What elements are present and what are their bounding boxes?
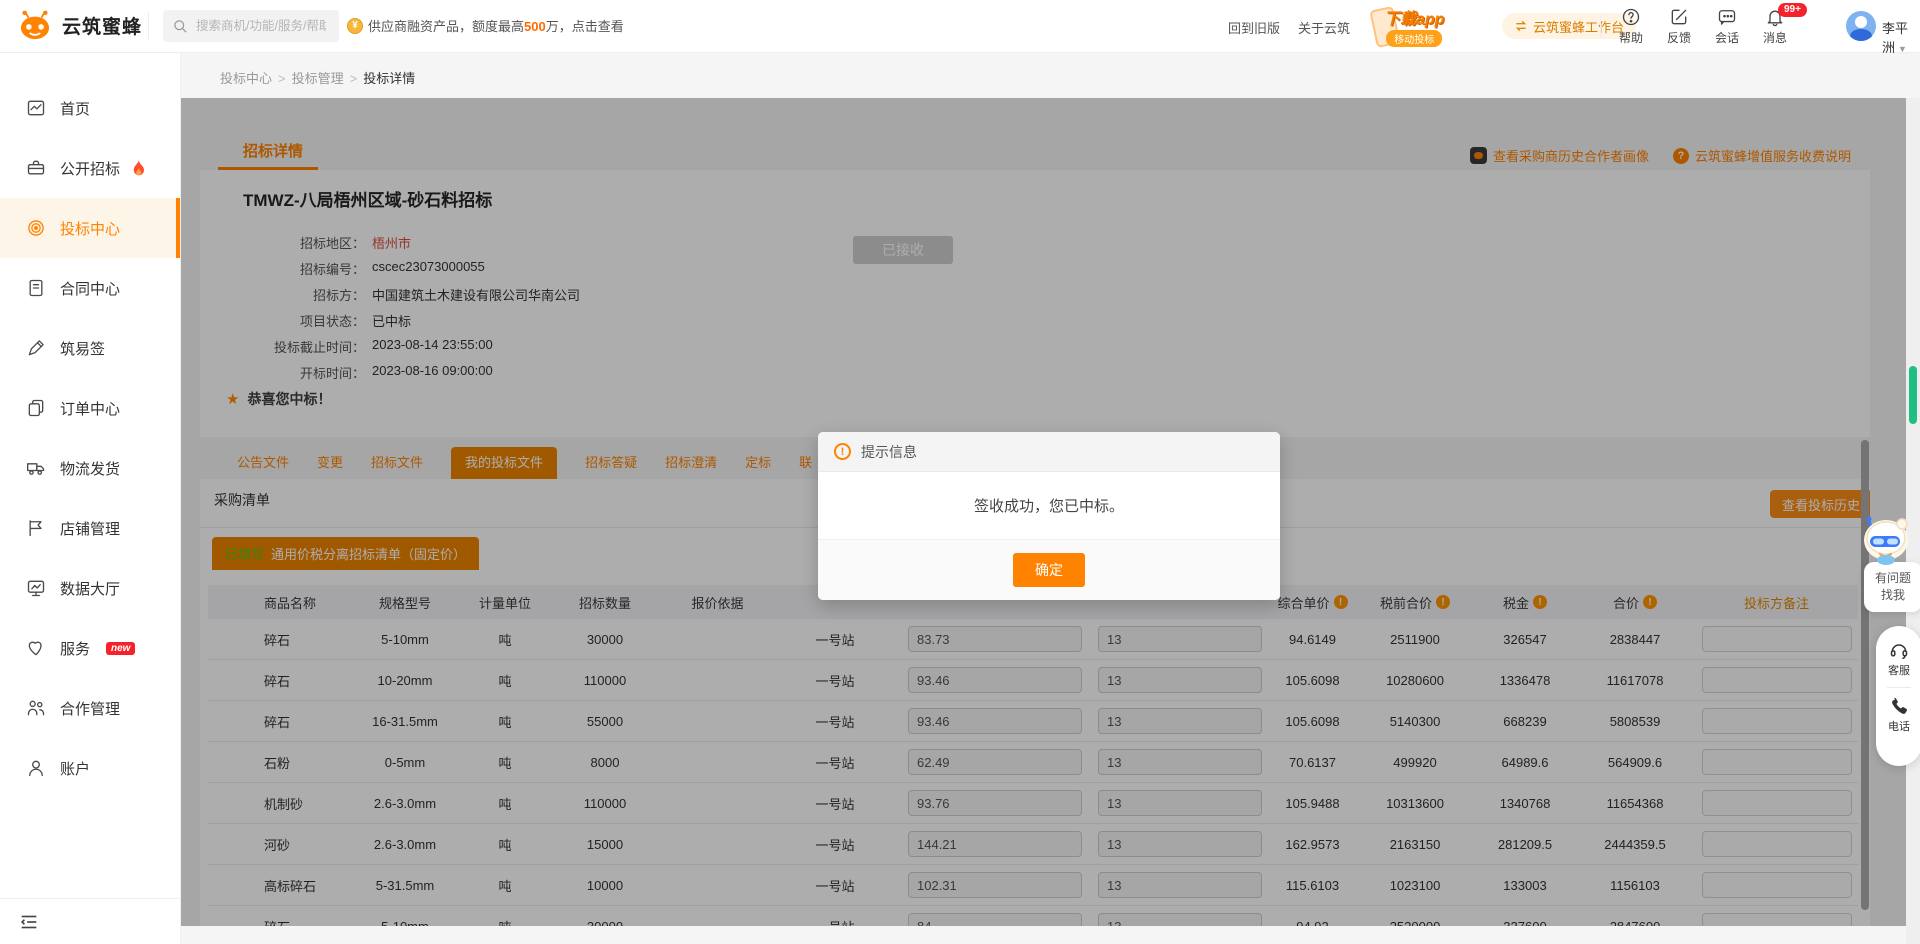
sidebar-collapse-button[interactable] (0, 898, 181, 944)
modal-message: 签收成功，您已中标。 (818, 472, 1280, 539)
header-divider-2 (1600, 14, 1601, 38)
user-menu[interactable]: 李平洲▼ (1882, 18, 1920, 56)
breadcrumb: 投标中心>投标管理>投标详情 (220, 68, 415, 87)
board-icon (26, 578, 46, 598)
sidebar-item-label: 筑易签 (60, 338, 105, 359)
info-circle-icon: ! (834, 443, 851, 460)
target-icon (26, 218, 46, 238)
sidebar-item-5[interactable]: 订单中心 (0, 378, 180, 438)
headset-icon[interactable] (1889, 640, 1909, 660)
money-icon: ¥ (347, 18, 363, 34)
brand-logo[interactable]: 云筑蜜蜂 (16, 10, 142, 40)
sidebar-item-10[interactable]: 合作管理 (0, 678, 180, 738)
nav-label: 会话 (1715, 29, 1739, 46)
heart-icon (26, 638, 46, 658)
bee-mascot[interactable] (1856, 514, 1912, 569)
sidebar-item-1[interactable]: 公开招标 (0, 138, 180, 198)
partners-icon (26, 698, 46, 718)
chat-icon (1717, 7, 1737, 27)
sidebar-item-4[interactable]: 筑易签 (0, 318, 180, 378)
sidebar-item-7[interactable]: 店铺管理 (0, 498, 180, 558)
sidebar-item-label: 投标中心 (60, 218, 120, 239)
nav-label: 反馈 (1667, 29, 1691, 46)
link-old-version[interactable]: 回到旧版 (1228, 18, 1280, 37)
sidebar-item-11[interactable]: 账户 (0, 738, 180, 798)
help-icon (1621, 7, 1641, 27)
confirm-button[interactable]: 确定 (1013, 553, 1085, 587)
pill-divider (1887, 687, 1911, 688)
sidebar-item-label: 订单中心 (60, 398, 120, 419)
switch-icon (1514, 20, 1528, 32)
sidebar-item-label: 服务 (60, 638, 90, 659)
breadcrumb-item[interactable]: 投标中心 (220, 71, 272, 86)
modal-footer: 确定 (818, 539, 1280, 600)
service-pill: 客服 电话 (1876, 626, 1920, 766)
user-icon (26, 758, 46, 778)
header-nav-bell[interactable]: 消息99+ (1754, 7, 1796, 46)
sidebar: 首页公开招标投标中心合同中心筑易签订单中心物流发货店铺管理数据大厅服务 new 合作… (0, 52, 181, 944)
search-icon (173, 19, 188, 34)
finance-notice[interactable]: ¥ 供应商融资产品，额度最高500万，点击查看 (347, 16, 624, 35)
search-input[interactable] (194, 18, 328, 34)
sidebar-item-2[interactable]: 投标中心 (0, 198, 180, 258)
sidebar-item-label: 账户 (60, 758, 90, 779)
pen-icon (26, 338, 46, 358)
header-nav-feedback[interactable]: 反馈 (1658, 7, 1700, 46)
nav-label: 帮助 (1619, 29, 1643, 46)
top-header: 云筑蜜蜂 ¥ 供应商融资产品，额度最高500万，点击查看 回到旧版 关于云筑 下… (0, 0, 1920, 52)
sidebar-item-label: 合同中心 (60, 278, 120, 299)
phone-call-icon[interactable] (1890, 697, 1909, 716)
briefcase-icon (26, 158, 46, 178)
download-app-title: 下载app (1384, 5, 1444, 29)
modal-header: ! 提示信息 (818, 432, 1280, 472)
modal-title: 提示信息 (861, 442, 917, 462)
download-app[interactable]: 下载app 移动投标 (1368, 4, 1444, 48)
app-root: 云筑蜜蜂 ¥ 供应商融资产品，额度最高500万，点击查看 回到旧版 关于云筑 下… (0, 0, 1920, 944)
sidebar-item-3[interactable]: 合同中心 (0, 258, 180, 318)
download-app-badge: 移动投标 (1386, 30, 1442, 47)
sidebar-item-label: 数据大厅 (60, 578, 120, 599)
phone-label[interactable]: 电话 (1888, 718, 1910, 734)
brand-name: 云筑蜜蜂 (62, 12, 142, 39)
search-box[interactable] (163, 10, 339, 42)
sidebar-item-label: 合作管理 (60, 698, 120, 719)
flame-icon (130, 159, 147, 178)
nav-label: 消息 (1763, 29, 1787, 46)
service-label[interactable]: 客服 (1888, 662, 1910, 678)
sidebar-item-6[interactable]: 物流发货 (0, 438, 180, 498)
sidebar-item-label: 店铺管理 (60, 518, 120, 539)
truck-icon (26, 458, 46, 478)
help-bubble[interactable]: 有问题找我 (1864, 562, 1920, 612)
breadcrumb-item[interactable]: 投标管理 (292, 71, 344, 86)
unread-badge: 99+ (1778, 3, 1807, 17)
message-modal: ! 提示信息 签收成功，您已中标。 确定 (818, 432, 1280, 600)
home-icon (26, 98, 46, 118)
sidebar-item-8[interactable]: 数据大厅 (0, 558, 180, 618)
header-nav-chat[interactable]: 会话 (1706, 7, 1748, 46)
header-nav-help[interactable]: 帮助 (1610, 7, 1652, 46)
breadcrumb-current: 投标详情 (363, 71, 415, 86)
page-scrollbar-thumb[interactable] (1909, 366, 1917, 424)
sidebar-item-0[interactable]: 首页 (0, 78, 180, 138)
sidebar-item-label: 公开招标 (60, 158, 120, 179)
collapse-icon (18, 911, 40, 933)
header-divider (148, 12, 149, 40)
link-about[interactable]: 关于云筑 (1298, 18, 1350, 37)
feedback-icon (1669, 7, 1689, 27)
shop-icon (26, 518, 46, 538)
avatar[interactable] (1846, 11, 1876, 41)
contract-icon (26, 278, 46, 298)
orders-icon (26, 398, 46, 418)
sidebar-item-label: 物流发货 (60, 458, 120, 479)
sidebar-item-label: 首页 (60, 98, 90, 119)
bee-logo-icon (16, 10, 54, 40)
new-badge: new (106, 642, 135, 655)
sidebar-item-9[interactable]: 服务 new (0, 618, 180, 678)
